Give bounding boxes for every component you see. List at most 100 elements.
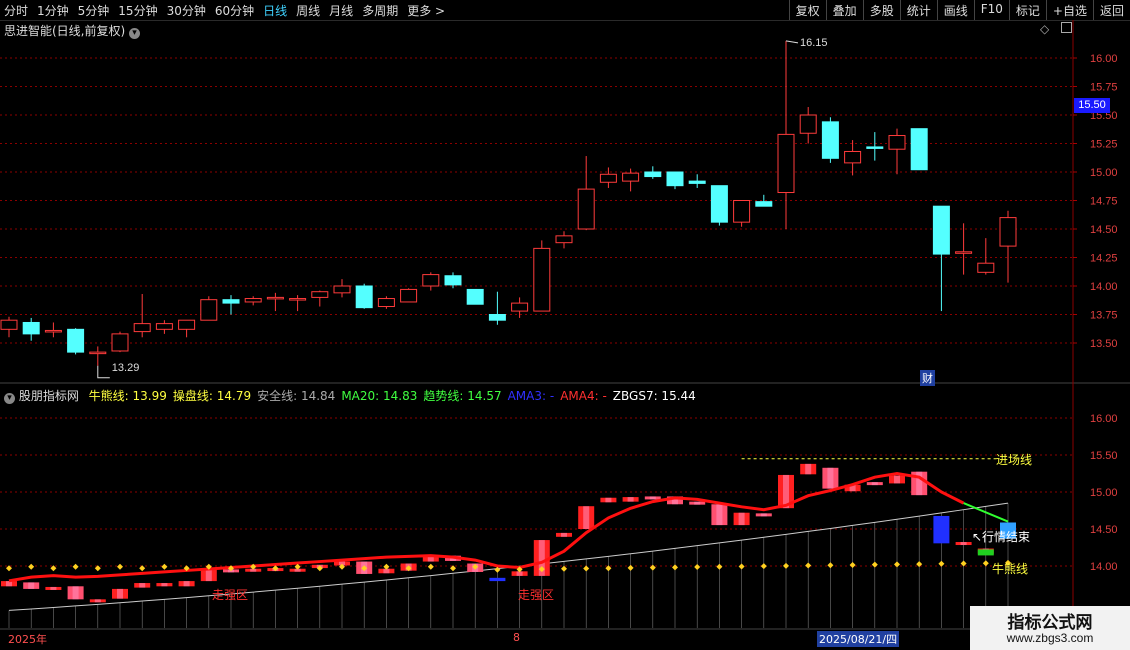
kline-chart[interactable]: 16.00 15.75 15.50 15.25 15.00 14.75 14.50 14.25… xyxy=(0,0,1130,650)
candle-body xyxy=(710,185,728,223)
candle-body xyxy=(910,128,928,171)
high-pointer xyxy=(785,40,799,44)
candle xyxy=(644,166,662,179)
candles xyxy=(0,40,1017,379)
axis-tick-label: 13.50 xyxy=(1090,338,1118,350)
candle xyxy=(733,200,751,227)
candle xyxy=(755,194,773,207)
candle-body xyxy=(311,291,329,298)
candle-body xyxy=(533,247,551,312)
indicator-bar-highlight xyxy=(72,586,79,600)
indicator-signal-bar xyxy=(977,549,994,556)
candle-body xyxy=(488,314,506,321)
year-label: 2025年 xyxy=(8,633,47,646)
axis-tick-label: 14.50 xyxy=(1090,524,1118,536)
indicator-bar-highlight xyxy=(960,542,967,546)
indicator-bar-highlight xyxy=(760,513,767,517)
axis-tick-label: 16.00 xyxy=(1090,53,1118,65)
candle-body xyxy=(777,133,795,194)
bull-bear-dot xyxy=(871,561,878,568)
candle-body xyxy=(733,200,751,223)
candle-body xyxy=(577,188,595,230)
month-label: 8 xyxy=(513,631,520,644)
candle-body xyxy=(244,298,262,303)
indicator-bar-highlight xyxy=(605,497,612,503)
candle xyxy=(688,174,706,188)
candle-body xyxy=(888,135,906,150)
indicator-bar xyxy=(933,515,950,544)
candle xyxy=(133,293,151,338)
candle-body xyxy=(133,323,151,333)
trend-line xyxy=(8,471,965,583)
cursor-date-label: 2025/08/21/四 xyxy=(817,631,900,647)
candle xyxy=(555,231,573,249)
bull-bear-dot xyxy=(827,562,834,569)
candle xyxy=(977,238,995,275)
financial-report-marker[interactable]: 财 xyxy=(920,370,935,386)
bull-bear-dot xyxy=(849,561,856,568)
entry-line-label: 进场线 xyxy=(996,453,1033,467)
indicator-bar-highlight xyxy=(50,586,57,590)
indicator-bar-highlight xyxy=(694,501,701,505)
strong-zone-label: 走强区 xyxy=(518,588,555,602)
candle xyxy=(200,296,218,321)
candle xyxy=(910,128,928,171)
axis-tick-label: 14.50 xyxy=(1090,224,1118,236)
axis-tick-label: 14.75 xyxy=(1090,196,1118,208)
strong-zone-label: 走强区 xyxy=(212,588,249,602)
axis-tick-label: 14.00 xyxy=(1090,281,1118,293)
indicator-bar-highlight xyxy=(827,467,834,489)
indicator-bar-highlight xyxy=(583,506,590,529)
indicator-bar xyxy=(489,577,506,582)
candle-body xyxy=(155,323,173,330)
candle xyxy=(466,288,484,305)
indicator-bar-highlight xyxy=(805,463,812,475)
bull-bear-dot xyxy=(783,562,789,569)
indicator-bar-highlight xyxy=(738,512,745,526)
bull-bear-dot xyxy=(805,562,812,569)
candle xyxy=(222,295,240,315)
bull-bear-dot xyxy=(583,565,590,572)
candle xyxy=(888,128,906,175)
bull-bear-dot xyxy=(894,561,900,568)
candle-body xyxy=(688,180,706,184)
indicator-bar-highlight xyxy=(894,475,900,484)
axis-tick-label: 15.00 xyxy=(1090,167,1118,179)
candle-body xyxy=(178,319,196,330)
axis-tick-label: 15.00 xyxy=(1090,487,1118,499)
candle xyxy=(866,132,884,161)
candle xyxy=(710,185,728,226)
candle xyxy=(444,272,462,289)
candle xyxy=(311,290,329,307)
trend-end-label: ↖行情结束 xyxy=(972,530,1031,544)
bull-bear-dot xyxy=(716,563,723,570)
candle xyxy=(488,291,506,325)
bull-bear-dot xyxy=(427,563,434,570)
candle-body xyxy=(444,275,462,286)
candle-body xyxy=(955,251,973,254)
candle-body xyxy=(555,235,573,244)
candle-body xyxy=(111,333,129,352)
candle-body xyxy=(266,296,284,300)
low-pointer xyxy=(97,365,110,379)
candle xyxy=(666,171,684,190)
bull-bear-dot xyxy=(738,563,745,570)
indicator-bar-highlight xyxy=(139,583,146,588)
bull-bear-dot xyxy=(982,560,989,567)
indicator-bar-highlight xyxy=(627,497,634,502)
candle xyxy=(377,296,395,309)
candle-body xyxy=(977,262,995,273)
bull-bear-dot xyxy=(72,563,79,570)
candle-body xyxy=(289,298,307,301)
indicator-bar-highlight xyxy=(183,581,190,587)
candle-body xyxy=(377,298,395,308)
current-price-tag: 15.50 xyxy=(1074,98,1110,113)
axis-tick-label: 14.00 xyxy=(1090,561,1118,573)
candle-body xyxy=(866,146,884,149)
candle-body xyxy=(821,121,839,159)
candle xyxy=(244,296,262,306)
candle xyxy=(932,205,950,312)
bull-bear-dot xyxy=(117,563,123,570)
candle xyxy=(799,107,817,144)
candle-body xyxy=(844,150,862,164)
